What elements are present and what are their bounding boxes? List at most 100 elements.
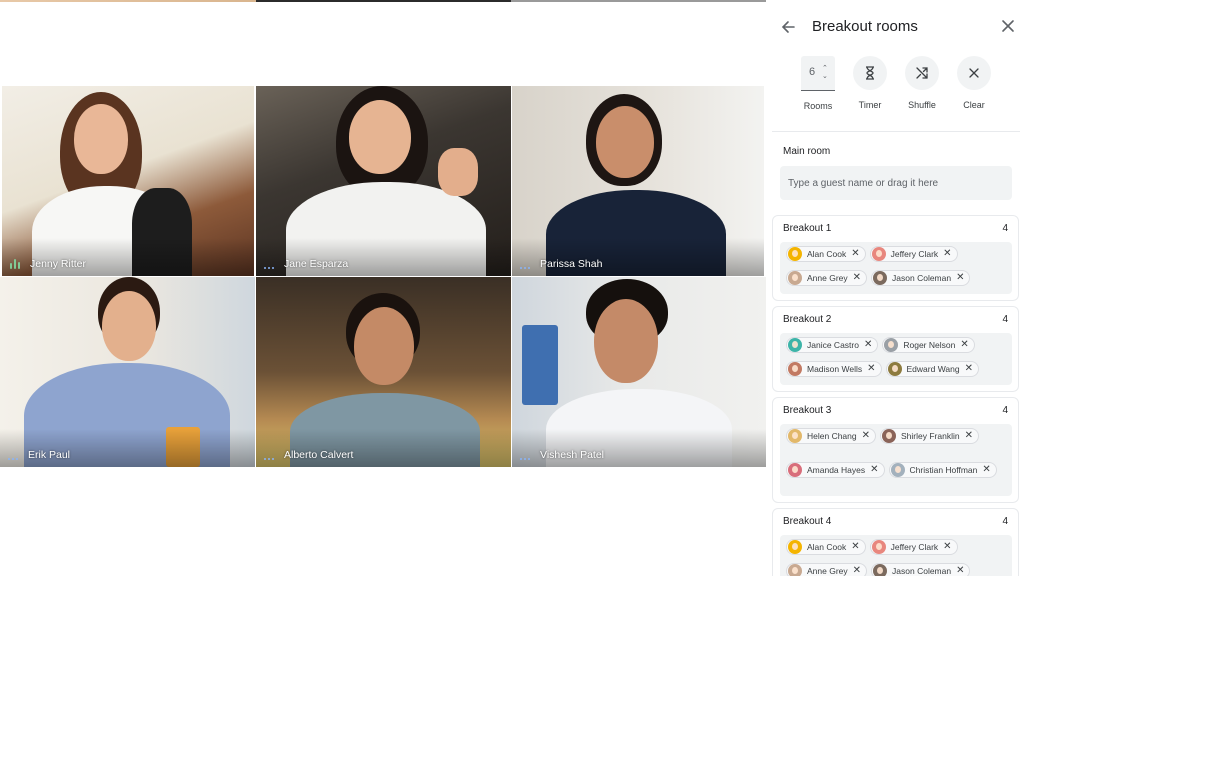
video-grid: Jenny Ritter Jane Esparza Parissa Shah E… — [0, 0, 766, 468]
member-chip[interactable]: Edward Wang ✕ — [885, 361, 979, 377]
rooms-stepper[interactable]: 6 ⌃ ⌄ — [801, 56, 835, 91]
member-chip[interactable]: Janice Castro ✕ — [786, 337, 879, 353]
remove-member-icon[interactable]: ✕ — [960, 340, 968, 350]
room-member-count: 4 — [1002, 516, 1008, 527]
avatar — [788, 463, 802, 477]
hourglass-icon — [866, 66, 874, 80]
participant-name: Jane Esparza — [284, 258, 349, 270]
member-name: Helen Chang — [807, 431, 857, 441]
member-name: Anne Grey — [807, 566, 848, 576]
avatar — [871, 247, 886, 261]
avatar — [890, 463, 905, 477]
avatar — [871, 540, 886, 554]
clear-icon — [969, 68, 979, 78]
participant-tile[interactable]: Vishesh Patel — [512, 277, 766, 467]
member-chip[interactable]: Jeffery Clark ✕ — [869, 246, 958, 262]
member-chip[interactable]: Helen Chang ✕ — [786, 428, 877, 444]
member-chip[interactable]: Roger Nelson ✕ — [882, 337, 975, 353]
rooms-count: 6 — [809, 66, 816, 78]
member-chip[interactable]: Amanda Hayes ✕ — [786, 462, 885, 478]
avatar — [873, 564, 888, 576]
member-chip[interactable]: Anne Grey ✕ — [786, 270, 868, 286]
breakout-room-card: Breakout 1 4 Alan Cook ✕ Jeffery Clark ✕ Anne … — [772, 215, 1019, 301]
participant-tile[interactable]: Jane Esparza — [256, 86, 511, 276]
participant-name: Erik Paul — [28, 449, 71, 461]
rooms-control: 6 ⌃ ⌄ Rooms — [792, 56, 844, 111]
breakout-room-card: Breakout 3 4 Helen Chang ✕ Shirley Franklin ✕… — [772, 397, 1019, 503]
room-members-dropzone[interactable]: Alan Cook ✕ Jeffery Clark ✕ Anne Grey ✕ Jason … — [780, 535, 1012, 576]
member-chip[interactable]: Anne Grey ✕ — [786, 563, 868, 576]
shuffle-button[interactable]: Shuffle — [896, 56, 948, 110]
member-chip[interactable]: Madison Wells ✕ — [786, 361, 882, 377]
remove-member-icon[interactable]: ✕ — [862, 431, 870, 441]
avatar — [788, 247, 802, 261]
member-name: Madison Wells — [807, 364, 863, 374]
arrow-left-icon[interactable] — [778, 17, 798, 37]
participant-name: Jenny Ritter — [30, 258, 87, 270]
video-top-area — [0, 0, 766, 86]
room-member-count: 4 — [1002, 405, 1008, 416]
avatar — [887, 362, 902, 376]
room-members-dropzone[interactable]: Helen Chang ✕ Shirley Franklin ✕ Amanda Haye… — [780, 424, 1012, 496]
member-name: Janice Castro — [807, 340, 859, 350]
avatar — [873, 271, 888, 285]
remove-member-icon[interactable]: ✕ — [851, 542, 859, 552]
remove-member-icon[interactable]: ✕ — [853, 273, 861, 283]
avatar — [788, 362, 802, 376]
avatar — [788, 564, 802, 576]
remove-member-icon[interactable]: ✕ — [965, 364, 973, 374]
clear-label: Clear — [963, 100, 985, 110]
participant-tile[interactable]: Parissa Shah — [512, 86, 764, 276]
remove-member-icon[interactable]: ✕ — [943, 249, 951, 259]
remove-member-icon[interactable]: ✕ — [851, 249, 859, 259]
avatar — [788, 540, 802, 554]
room-members-dropzone[interactable]: Janice Castro ✕ Roger Nelson ✕ Madison Wells… — [780, 333, 1012, 385]
clear-button[interactable]: Clear — [948, 56, 1000, 110]
member-name: Alan Cook — [807, 249, 847, 259]
audio-level-icon — [520, 450, 532, 460]
guest-name-input[interactable] — [780, 166, 1012, 200]
member-chip[interactable]: Shirley Franklin ✕ — [880, 428, 979, 444]
breakout-rooms-panel: Breakout rooms 6 ⌃ ⌄ Rooms Timer Shuffle… — [766, 0, 1028, 576]
shuffle-icon — [916, 67, 928, 79]
remove-member-icon[interactable]: ✕ — [870, 465, 878, 475]
remove-member-icon[interactable]: ✕ — [982, 465, 990, 475]
close-icon[interactable] — [998, 16, 1018, 36]
timer-button[interactable]: Timer — [844, 56, 896, 110]
remove-member-icon[interactable]: ✕ — [956, 566, 964, 576]
timer-label: Timer — [858, 100, 882, 110]
chevron-down-icon[interactable]: ⌄ — [822, 73, 828, 80]
avatar — [788, 271, 802, 285]
shuffle-label: Shuffle — [908, 100, 936, 110]
remove-member-icon[interactable]: ✕ — [864, 340, 872, 350]
member-chip[interactable]: Jason Coleman ✕ — [871, 563, 971, 576]
member-name: Edward Wang — [906, 364, 960, 374]
room-members-dropzone[interactable]: Alan Cook ✕ Jeffery Clark ✕ Anne Grey ✕ Jason … — [780, 242, 1012, 294]
panel-title: Breakout rooms — [812, 18, 918, 35]
audio-level-icon — [520, 259, 532, 269]
participant-tile[interactable]: Jenny Ritter — [2, 86, 254, 276]
audio-level-icon — [264, 259, 276, 269]
breakout-room-card: Breakout 2 4 Janice Castro ✕ Roger Nelson ✕ Ma… — [772, 306, 1019, 392]
member-chip[interactable]: Alan Cook ✕ — [786, 539, 866, 555]
remove-member-icon[interactable]: ✕ — [965, 431, 973, 441]
participant-tile[interactable]: Erik Paul — [0, 277, 255, 467]
member-name: Alan Cook — [807, 542, 847, 552]
member-chip[interactable]: Alan Cook ✕ — [786, 246, 866, 262]
member-chip[interactable]: Christian Hoffman ✕ — [888, 462, 997, 478]
member-name: Roger Nelson — [903, 340, 956, 350]
member-chip[interactable]: Jason Coleman ✕ — [871, 270, 971, 286]
breakout-toolbar: 6 ⌃ ⌄ Rooms Timer Shuffle Clear — [766, 56, 1028, 116]
breakout-room-card: Breakout 4 4 Alan Cook ✕ Jeffery Clark ✕ Anne … — [772, 508, 1019, 576]
member-name: Amanda Hayes — [807, 465, 866, 475]
member-name: Shirley Franklin — [901, 431, 960, 441]
remove-member-icon[interactable]: ✕ — [867, 364, 875, 374]
participant-tile[interactable]: Alberto Calvert — [256, 277, 511, 467]
member-chip[interactable]: Jeffery Clark ✕ — [869, 539, 958, 555]
remove-member-icon[interactable]: ✕ — [943, 542, 951, 552]
remove-member-icon[interactable]: ✕ — [956, 273, 964, 283]
chevron-up-icon[interactable]: ⌃ — [822, 65, 828, 72]
member-name: Jason Coleman — [892, 273, 952, 283]
divider — [772, 131, 1020, 132]
remove-member-icon[interactable]: ✕ — [853, 566, 861, 576]
